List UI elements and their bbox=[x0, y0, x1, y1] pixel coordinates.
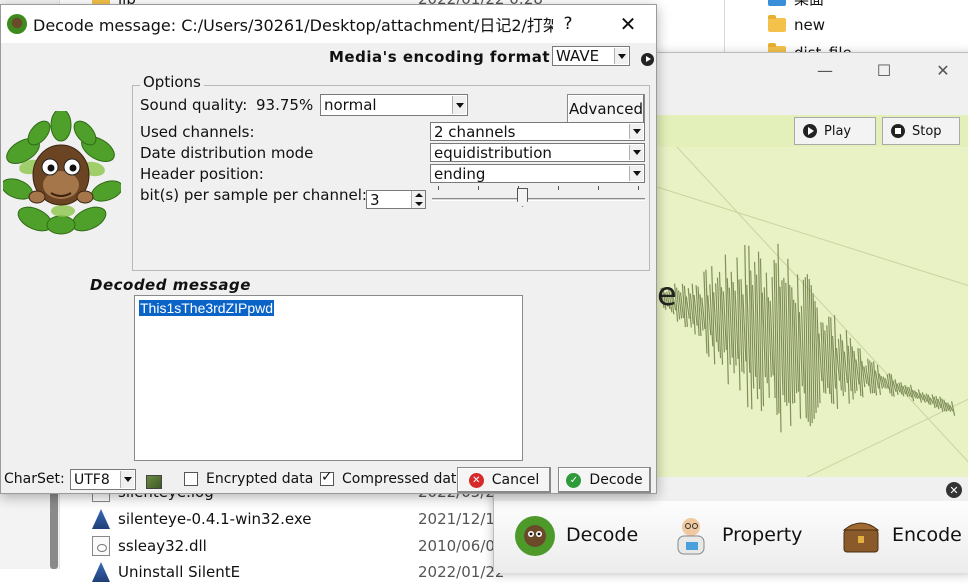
header-position-label: Header position: bbox=[140, 165, 264, 183]
stop-icon bbox=[891, 124, 905, 138]
play-format-icon[interactable] bbox=[641, 53, 654, 66]
minimize-button[interactable]: — bbox=[810, 59, 840, 81]
sound-quality-label: Sound quality: bbox=[140, 96, 248, 114]
bits-per-sample-slider[interactable] bbox=[432, 186, 645, 210]
installer-icon bbox=[92, 509, 110, 529]
slider-tick bbox=[438, 186, 439, 190]
slider-tick bbox=[598, 186, 599, 190]
player-toolbar: Play Stop bbox=[657, 115, 968, 147]
main-encode-button[interactable]: Encode bbox=[838, 511, 962, 559]
bits-per-sample-label: bit(s) per sample per channel: bbox=[140, 186, 367, 204]
waveform-stroke bbox=[736, 257, 741, 391]
decoded-message-text[interactable]: This1sThe3rdZIPpwd bbox=[139, 300, 275, 316]
charset-select[interactable]: UTF8 bbox=[70, 469, 136, 490]
waveform-graphic bbox=[657, 147, 968, 477]
waveform-stroke bbox=[796, 274, 802, 419]
close-button[interactable]: ✕ bbox=[928, 59, 958, 81]
used-channels-label: Used channels: bbox=[140, 123, 255, 141]
slider-tick bbox=[558, 186, 559, 190]
compressed-data-label: Compressed dat bbox=[342, 471, 457, 487]
main-action-bar: Decode Property Encode bbox=[494, 501, 968, 573]
chevron-down-icon bbox=[120, 471, 134, 488]
encode-chest-icon bbox=[842, 522, 880, 553]
compressed-data-checkbox[interactable] bbox=[320, 469, 334, 486]
waveform-stroke bbox=[876, 364, 881, 396]
encoding-format-select[interactable]: WAVE bbox=[552, 46, 630, 66]
stop-button[interactable]: Stop bbox=[882, 117, 960, 145]
sound-quality-select[interactable]: normal bbox=[320, 94, 468, 116]
play-icon bbox=[803, 124, 817, 138]
waveform-stroke bbox=[724, 254, 729, 385]
uninstall-icon bbox=[92, 562, 110, 582]
slider-tick bbox=[478, 186, 479, 190]
waveform-stroke bbox=[833, 315, 839, 409]
bits-per-sample-spinbox[interactable]: 3 bbox=[366, 190, 426, 209]
chevron-down-icon bbox=[452, 96, 466, 114]
waveform-lines bbox=[660, 243, 956, 433]
waveform-stroke bbox=[951, 401, 956, 416]
chevron-down-icon bbox=[614, 48, 628, 64]
slider-track bbox=[432, 198, 645, 201]
dll-file-icon bbox=[92, 536, 110, 556]
explorer-divider bbox=[724, 0, 725, 52]
file-row[interactable]: ssleay32.dll 2010/06/0 bbox=[92, 533, 495, 559]
silenteye-app-icon bbox=[7, 14, 27, 34]
encoding-format-label: Media's encoding format : bbox=[329, 48, 563, 66]
slider-thumb[interactable] bbox=[517, 188, 528, 207]
waveform-stroke bbox=[935, 395, 940, 410]
waveform-stroke bbox=[748, 245, 753, 410]
folder-icon bbox=[768, 15, 786, 32]
main-decode-button[interactable]: Decode bbox=[512, 511, 638, 559]
property-icon bbox=[677, 518, 705, 555]
desktop-folder-icon bbox=[768, 0, 786, 6]
main-property-button[interactable]: Property bbox=[668, 511, 802, 559]
options-title: Options bbox=[140, 73, 204, 91]
file-row[interactable]: silenteye-0.4.1-win32.exe 2021/12/1 bbox=[92, 506, 495, 532]
encrypted-data-checkbox[interactable] bbox=[184, 472, 198, 486]
decoded-message-label: Decoded message bbox=[90, 276, 251, 294]
waveform-stroke bbox=[711, 266, 716, 365]
partial-heading: e bbox=[657, 275, 677, 313]
cancel-icon: ✕ bbox=[468, 472, 484, 488]
distribution-mode-select[interactable]: equidistribution bbox=[430, 143, 645, 162]
used-channels-select[interactable]: 2 channels bbox=[430, 122, 645, 141]
charset-label: CharSet: bbox=[4, 471, 65, 487]
close-panel-icon[interactable]: ✕ bbox=[946, 482, 962, 498]
decode-message-dialog: Decode message: C:/Users/30261/Desktop/a… bbox=[0, 4, 657, 494]
advanced-button[interactable]: Advanced bbox=[567, 94, 645, 124]
chevron-down-icon bbox=[629, 166, 643, 181]
maximize-button[interactable]: ☐ bbox=[869, 59, 899, 81]
dialog-title: Decode message: C:/Users/30261/Desktop/a… bbox=[33, 16, 553, 35]
chevron-down-icon bbox=[629, 124, 643, 139]
waveform-stroke bbox=[744, 244, 749, 408]
waveform-stroke bbox=[691, 283, 696, 335]
charset-edit-icon[interactable] bbox=[146, 475, 162, 489]
explorer-item-new[interactable]: new bbox=[768, 15, 825, 34]
file-row[interactable]: Uninstall SilentE 2022/01/22 bbox=[92, 559, 504, 585]
distribution-mode-label: Date distribution mode bbox=[140, 144, 314, 162]
check-icon: ✓ bbox=[566, 472, 582, 488]
header-position-select[interactable]: ending bbox=[430, 164, 645, 183]
silenteye-mascot-logo bbox=[3, 111, 121, 235]
decoded-message-textarea[interactable]: This1sThe3rdZIPpwd bbox=[134, 295, 523, 461]
explorer-item-desktop[interactable]: 桌面 bbox=[768, 0, 824, 9]
waveform-display: e bbox=[657, 147, 968, 477]
help-button[interactable]: ? bbox=[553, 9, 583, 39]
sound-quality-percent: 93.75% bbox=[256, 96, 314, 114]
chevron-down-icon bbox=[629, 145, 643, 160]
dialog-close-button[interactable]: ✕ bbox=[613, 9, 643, 39]
play-button[interactable]: Play bbox=[794, 117, 876, 145]
spin-arrows-icon[interactable] bbox=[411, 191, 425, 208]
encrypted-data-label: Encrypted data bbox=[206, 471, 314, 487]
slider-tick bbox=[638, 186, 639, 190]
decode-button[interactable]: ✓ Decode bbox=[558, 467, 651, 493]
decode-mascot-icon bbox=[515, 516, 555, 556]
cancel-button[interactable]: ✕ Cancel bbox=[457, 467, 551, 493]
waveform-stroke bbox=[845, 330, 850, 404]
dialog-titlebar: Decode message: C:/Users/30261/Desktop/a… bbox=[1, 5, 656, 43]
